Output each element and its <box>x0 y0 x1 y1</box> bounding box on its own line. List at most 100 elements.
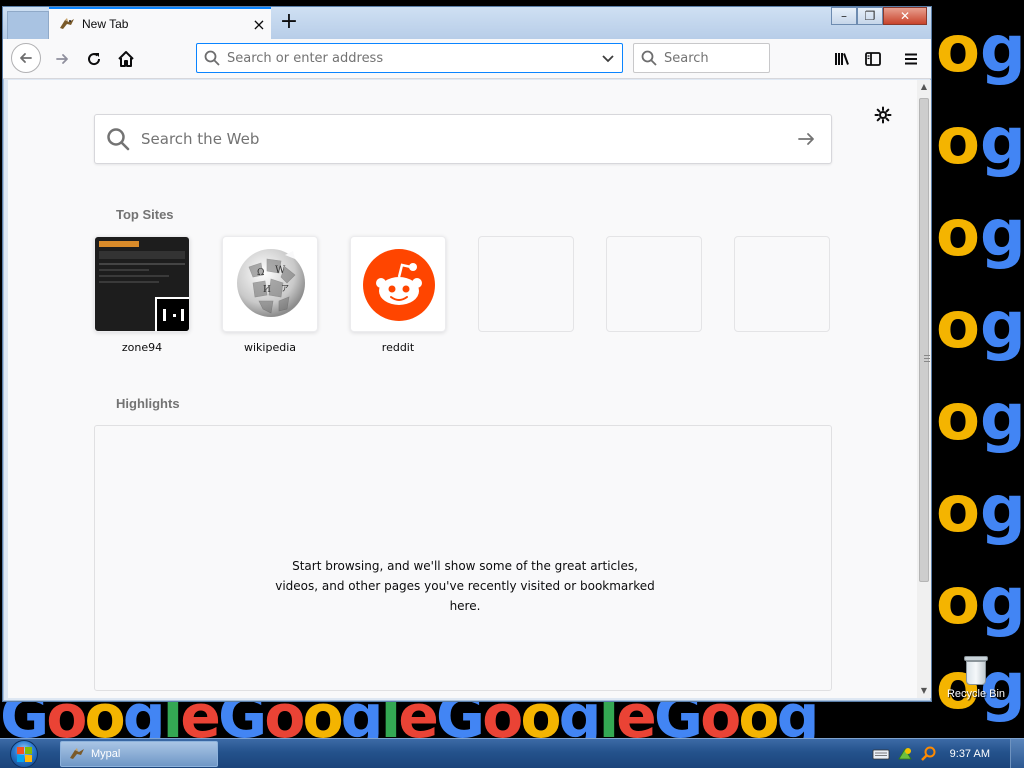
scroll-up-icon[interactable]: ▲ <box>917 80 931 94</box>
chevron-down-icon[interactable] <box>594 51 622 65</box>
tab-strip-spacer <box>7 11 49 39</box>
scrollbar-thumb[interactable] <box>919 98 930 582</box>
close-window-button[interactable]: ✕ <box>883 7 927 25</box>
close-icon: ✕ <box>899 9 911 23</box>
scroll-down-icon[interactable]: ▼ <box>917 684 931 698</box>
page-scrollbar[interactable]: ▲ ▼ <box>917 80 931 698</box>
mypal-favicon-icon <box>59 16 75 32</box>
keyboard-icon[interactable] <box>872 746 890 762</box>
search-icon <box>197 50 227 66</box>
zone94-thumbnail <box>94 236 190 332</box>
reload-icon <box>88 53 101 66</box>
web-search-placeholder: Search the Web <box>141 130 260 148</box>
svg-text:ア: ア <box>281 284 289 293</box>
top-site-empty <box>606 236 702 332</box>
search-icon <box>95 127 141 151</box>
back-arrow-icon <box>11 43 41 73</box>
wallpaper-letter: g <box>980 105 1024 179</box>
search-icon[interactable] <box>920 746 938 762</box>
sidebar-icon <box>865 52 881 66</box>
tab-title: New Tab <box>82 17 129 31</box>
wallpaper-letter: o <box>936 565 980 639</box>
highlights-section: Start browsing, and we'll show some of t… <box>94 425 832 691</box>
wallpaper-letter: o <box>936 289 980 363</box>
navigation-toolbar <box>3 39 931 79</box>
top-site-reddit[interactable]: reddit <box>350 236 446 354</box>
mypal-app-icon <box>70 748 84 759</box>
svg-text:Ω: Ω <box>257 268 264 278</box>
wallpaper-letter: g <box>980 473 1024 547</box>
window-controls: – ❐ ✕ <box>831 7 927 25</box>
top-site-label: wikipedia <box>243 341 296 354</box>
taskbar-app-label: Mypal <box>91 748 121 760</box>
network-icon[interactable] <box>896 746 914 762</box>
windows-logo-icon <box>10 740 38 768</box>
arrow-right-icon[interactable] <box>781 130 831 148</box>
recycle-bin-icon <box>964 656 988 686</box>
system-tray: 9:37 AM <box>872 739 1024 768</box>
wallpaper-letter: o <box>936 13 980 87</box>
reddit-alien-icon <box>350 236 446 332</box>
restore-icon: ❐ <box>864 9 876 23</box>
empty-tile <box>606 236 702 332</box>
wallpaper-letter: g <box>980 289 1024 363</box>
wallpaper-letter: g <box>980 381 1024 455</box>
wallpaper-letter: o <box>936 197 980 271</box>
highlights-empty-message: Start browsing, and we'll show some of t… <box>275 559 655 613</box>
recycle-bin-label: Recycle Bin <box>946 688 1006 700</box>
menu-button[interactable] <box>896 45 926 73</box>
wallpaper-letter: o <box>936 105 980 179</box>
home-button[interactable] <box>111 45 141 73</box>
forward-button[interactable] <box>47 45 77 73</box>
show-desktop-button[interactable] <box>1010 739 1024 768</box>
wallpaper-letter: g <box>980 197 1024 271</box>
tab-new-tab[interactable]: New Tab × <box>49 7 271 39</box>
taskbar: Mypal 9:37 AM <box>0 738 1024 768</box>
web-search-box[interactable]: Search the Web <box>94 114 832 164</box>
close-tab-icon[interactable]: × <box>247 15 271 34</box>
new-tab-page: Search the Web Top Sites zone94 Ω W И ア … <box>8 80 917 698</box>
minimize-icon: – <box>841 9 847 23</box>
browser-window: New Tab × + – ❐ ✕ Search or enter addres… <box>2 6 932 702</box>
recycle-bin[interactable]: Recycle Bin <box>944 656 1008 700</box>
top-site-label: zone94 <box>121 341 163 354</box>
forward-arrow-icon <box>56 54 68 64</box>
svg-text:W: W <box>275 265 286 276</box>
taskbar-app-mypal[interactable]: Mypal <box>60 741 218 767</box>
wallpaper-letter: o <box>936 473 980 547</box>
empty-tile <box>478 236 574 332</box>
title-bar: New Tab × + – ❐ ✕ <box>3 7 931 39</box>
sidebar-toggle-button[interactable] <box>858 45 888 73</box>
restore-button[interactable]: ❐ <box>857 7 883 25</box>
back-button[interactable] <box>11 43 41 73</box>
reload-button[interactable] <box>79 45 109 73</box>
minimize-button[interactable]: – <box>831 7 857 25</box>
top-site-empty <box>734 236 830 332</box>
top-sites-heading: Top Sites <box>116 207 174 222</box>
clock[interactable]: 9:37 AM <box>950 748 990 760</box>
address-input[interactable] <box>227 50 594 66</box>
zone94-site-icon <box>155 297 189 331</box>
wallpaper-letter: g <box>980 13 1024 87</box>
wallpaper-letter: o <box>936 381 980 455</box>
top-site-zone94[interactable]: zone94 <box>94 236 190 354</box>
search-icon <box>634 50 664 66</box>
top-site-wikipedia[interactable]: Ω W И ア wikipedia <box>222 236 318 354</box>
empty-tile <box>734 236 830 332</box>
wikipedia-globe-icon: Ω W И ア <box>222 236 318 332</box>
gear-icon[interactable] <box>874 106 892 124</box>
search-bar[interactable] <box>633 43 770 73</box>
new-tab-button[interactable]: + <box>277 11 301 35</box>
svg-text:И: И <box>263 285 271 295</box>
top-site-empty <box>478 236 574 332</box>
hamburger-menu-icon <box>905 53 917 65</box>
wallpaper-letter: g <box>980 565 1024 639</box>
start-button[interactable] <box>4 740 44 768</box>
home-icon <box>118 51 134 67</box>
address-bar[interactable] <box>196 43 623 73</box>
top-site-label: reddit <box>381 341 415 354</box>
library-button[interactable] <box>827 45 857 73</box>
search-input[interactable] <box>664 50 764 66</box>
library-icon <box>835 53 849 65</box>
highlights-heading: Highlights <box>116 396 180 411</box>
